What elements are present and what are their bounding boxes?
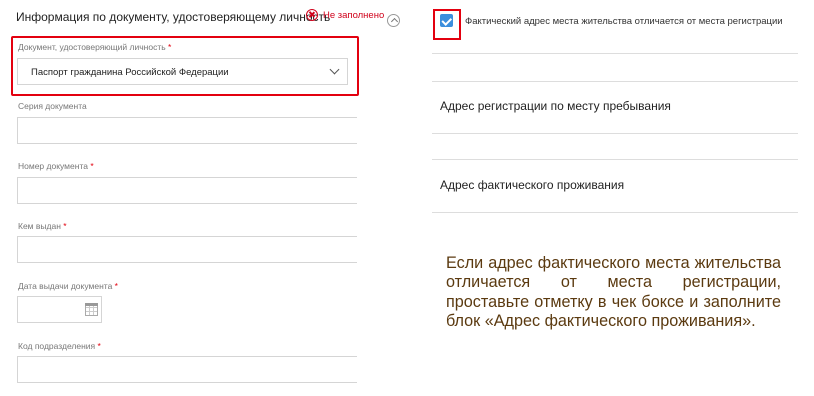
series-input[interactable] [17, 117, 357, 144]
instruction-note: Если адрес фактического места жительства… [446, 254, 781, 330]
doc-type-label: Документ, удостоверяющий личность * [18, 42, 172, 52]
issued-by-input[interactable] [17, 236, 357, 263]
doc-type-value: Паспорт гражданина Российской Федерации [31, 67, 229, 78]
divider [432, 53, 798, 54]
issue-date-input[interactable] [17, 296, 102, 323]
status-badge: Не заполнено [306, 9, 384, 21]
different-address-checkbox[interactable] [440, 14, 453, 27]
divider [432, 212, 798, 213]
registration-address-title[interactable]: Адрес регистрации по месту пребывания [440, 99, 671, 113]
calendar-icon[interactable] [85, 303, 98, 316]
issued-by-label: Кем выдан * [18, 221, 67, 231]
issue-date-label: Дата выдачи документа * [18, 281, 118, 291]
divider [432, 159, 798, 160]
actual-address-title[interactable]: Адрес фактического проживания [440, 178, 624, 192]
division-code-label: Код подразделения * [18, 341, 101, 351]
divider [432, 133, 798, 134]
not-filled-icon [306, 9, 318, 21]
series-label: Серия документа [18, 101, 87, 111]
status-text: Не заполнено [323, 9, 385, 21]
chevron-down-icon [329, 64, 340, 75]
number-input[interactable] [17, 177, 357, 204]
section-title: Информация по документу, удостоверяющему… [16, 10, 331, 24]
division-code-input[interactable] [17, 356, 357, 383]
number-label: Номер документа * [18, 161, 94, 171]
different-address-label[interactable]: Фактический адрес места жительства отлич… [465, 16, 783, 27]
doc-type-select[interactable]: Паспорт гражданина Российской Федерации [17, 58, 348, 85]
divider [432, 81, 798, 82]
collapse-button[interactable] [387, 14, 400, 27]
